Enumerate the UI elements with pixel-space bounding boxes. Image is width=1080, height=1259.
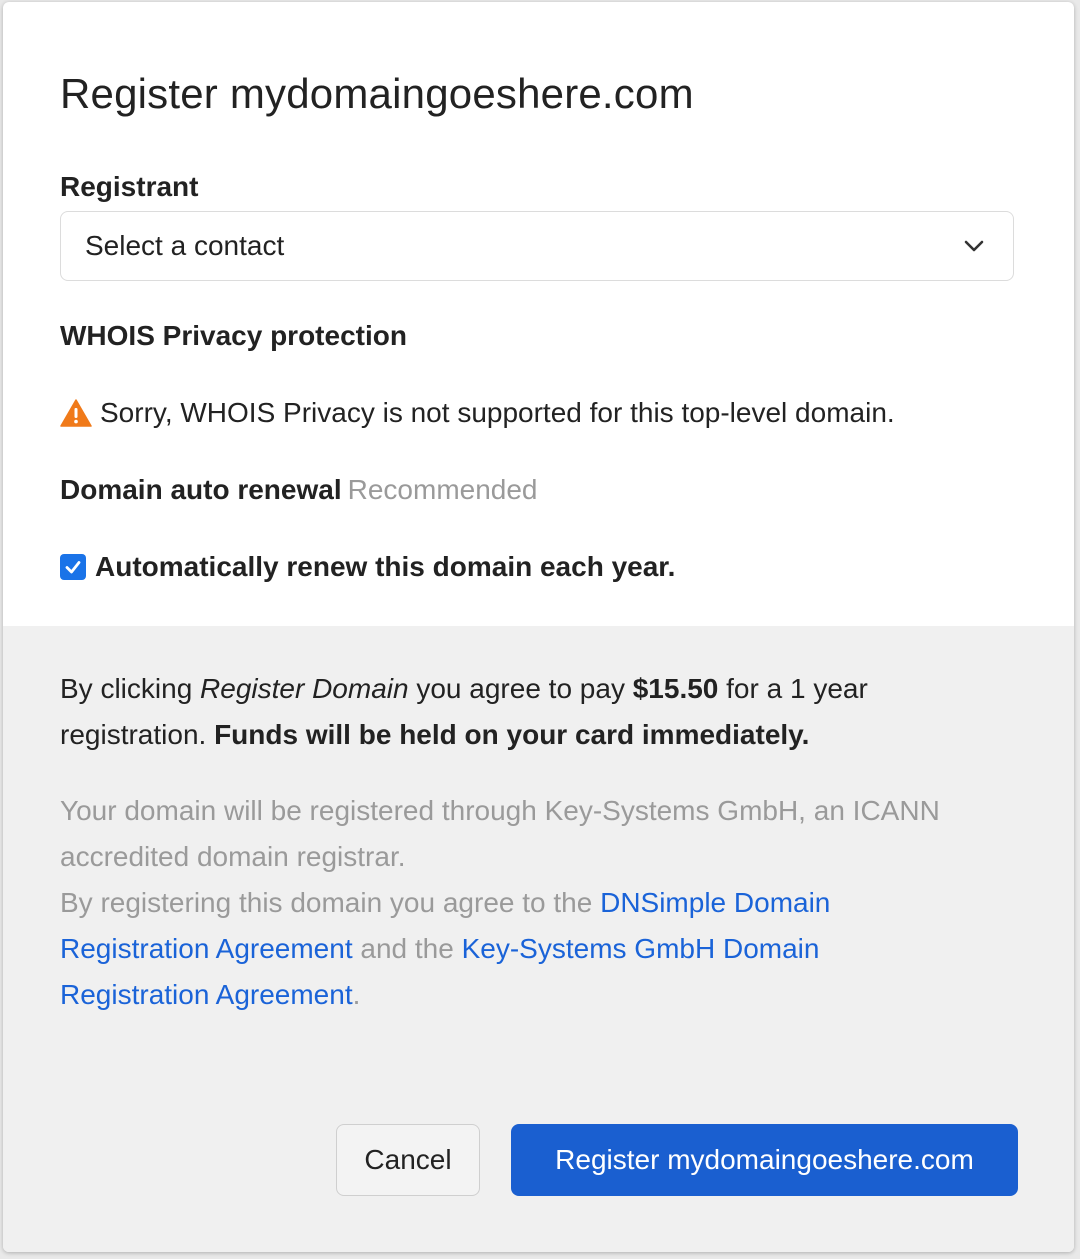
auto-renewal-heading: Domain auto renewal Recommended xyxy=(60,474,538,506)
registration-price: $15.50 xyxy=(632,673,719,704)
legal-and-the: and the xyxy=(352,933,462,964)
modal-footer: By clicking Register Domain you agree to… xyxy=(3,626,1074,1252)
checkmark-icon xyxy=(65,561,81,574)
auto-renew-checkbox-label: Automatically renew this domain each yea… xyxy=(95,551,676,582)
register-domain-button[interactable]: Register mydomaingoeshere.com xyxy=(511,1124,1018,1196)
funds-notice: Funds will be held on your card immediat… xyxy=(214,719,810,750)
whois-warning-text: Sorry, WHOIS Privacy is not supported fo… xyxy=(100,397,895,428)
legal-end: . xyxy=(352,979,361,1010)
cancel-button[interactable]: Cancel xyxy=(336,1124,480,1196)
registrant-select-value: Select a contact xyxy=(85,230,285,261)
agreement-action: Register Domain xyxy=(200,673,409,704)
warning-icon xyxy=(60,399,92,427)
legal-text: Your domain will be registered through K… xyxy=(60,788,960,1018)
agreement-middle: you agree to pay xyxy=(408,673,633,704)
modal-body: Register mydomaingoeshere.com Registrant… xyxy=(3,2,1074,626)
auto-renew-checkbox-row[interactable]: Automatically renew this domain each yea… xyxy=(60,551,675,583)
legal-agree-prefix: By registering this domain you agree to … xyxy=(60,887,601,918)
whois-warning: Sorry, WHOIS Privacy is not supported fo… xyxy=(60,397,895,429)
agreement-prefix: By clicking xyxy=(60,673,201,704)
registrar-line: Your domain will be registered through K… xyxy=(60,795,940,872)
register-domain-modal: Register mydomaingoeshere.com Registrant… xyxy=(3,2,1074,1252)
recommended-hint: Recommended xyxy=(347,474,538,505)
chevron-down-icon xyxy=(964,240,984,252)
whois-privacy-label: WHOIS Privacy protection xyxy=(60,320,407,351)
modal-title: Register mydomaingoeshere.com xyxy=(60,70,694,117)
payment-agreement-text: By clicking Register Domain you agree to… xyxy=(60,666,980,758)
auto-renewal-label: Domain auto renewal xyxy=(60,474,342,505)
registrant-label: Registrant xyxy=(60,171,199,202)
registrant-select[interactable]: Select a contact xyxy=(60,211,1014,281)
auto-renew-checkbox[interactable] xyxy=(60,554,86,580)
